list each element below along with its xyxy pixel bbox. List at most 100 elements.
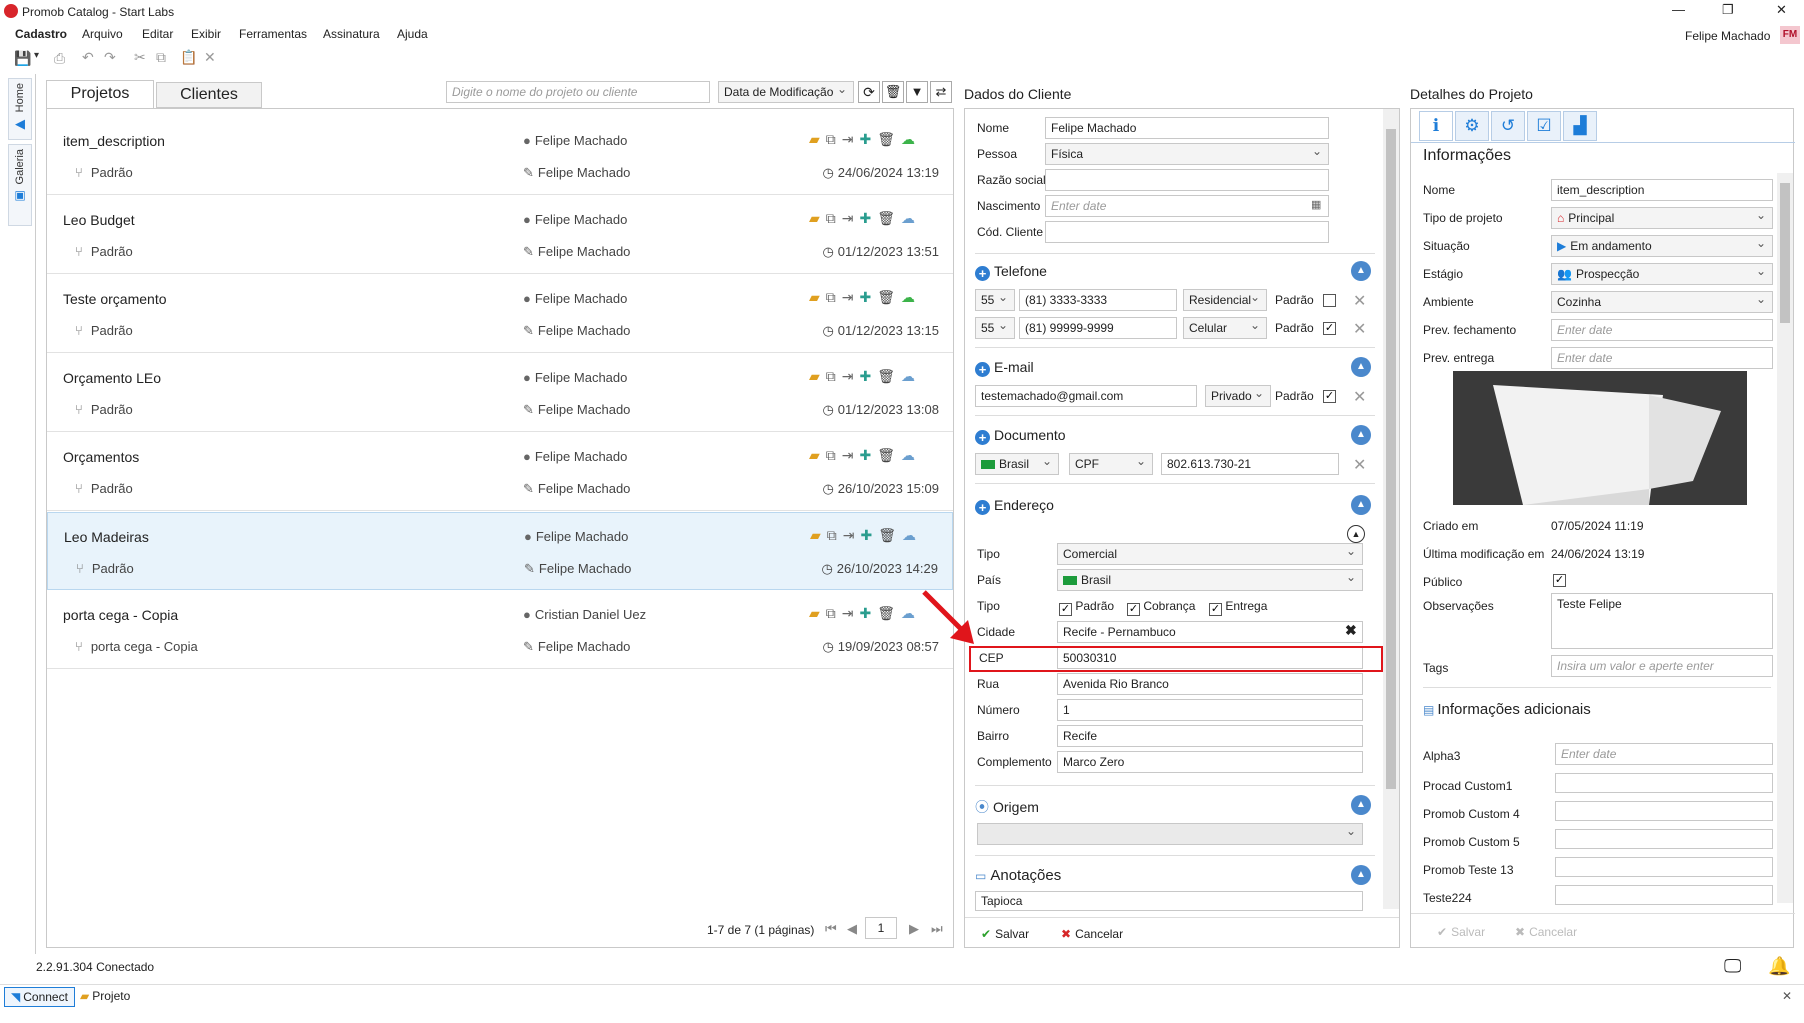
add-telefone-icon[interactable]: + <box>975 266 990 281</box>
phone-type-1[interactable]: Residencial <box>1183 289 1267 311</box>
phone-type-2[interactable]: Celular <box>1183 317 1267 339</box>
bairro-input[interactable]: Recife <box>1057 725 1363 747</box>
delete-icon[interactable]: 🗑 <box>877 210 895 227</box>
export-icon[interactable]: ⇥ <box>842 368 854 385</box>
projeto-tab[interactable]: ▰ Projeto <box>80 989 130 1003</box>
cloud-icon[interactable]: ☁ <box>901 210 915 227</box>
sort-select[interactable]: Data de Modificação <box>718 81 854 103</box>
branch-icon[interactable]: ✚ <box>860 605 872 622</box>
paste-icon[interactable]: 📋 <box>180 49 197 66</box>
calendar-icon[interactable]: ▦ <box>1311 198 1321 211</box>
dropdown-icon[interactable]: ▾ <box>34 50 39 61</box>
salvar-button[interactable]: ✔ Salvar <box>981 927 1029 941</box>
connect-tab[interactable]: ◥ Connect <box>4 987 75 1007</box>
ddi-select-2[interactable]: 55 <box>975 317 1015 339</box>
project-scrollbar[interactable] <box>1777 173 1793 903</box>
complemento-input[interactable]: Marco Zero <box>1057 751 1363 773</box>
origem-select[interactable] <box>977 823 1363 845</box>
proj-estagio-select[interactable]: 👥 Prospecção <box>1551 263 1773 285</box>
promob-teste13-input[interactable] <box>1555 857 1773 877</box>
opt-padrao[interactable]: ✓ Padrão <box>1059 599 1114 616</box>
project-row[interactable]: Orçamento LEo ● Felipe Machado ▰ ⧉ ⇥ ✚ 🗑 ☁ ⑂ Padrã… <box>47 354 953 432</box>
last-page-button[interactable]: ⏭ <box>931 921 943 937</box>
client-scrollbar[interactable] <box>1383 109 1399 909</box>
refresh-icon[interactable]: ⟳ <box>858 81 880 103</box>
branch-icon[interactable]: ✚ <box>860 131 872 148</box>
cloud-icon[interactable]: ☁ <box>901 289 915 306</box>
duplicate-icon[interactable]: ⧉ <box>826 131 836 148</box>
proj-tipo-select[interactable]: ⌂ Principal <box>1551 207 1773 229</box>
phone-input-1[interactable]: (81) 3333-3333 <box>1019 289 1177 311</box>
duplicate-icon[interactable]: ⧉ <box>826 289 836 306</box>
redo-icon[interactable]: ↷ <box>104 49 116 66</box>
project-row[interactable]: porta cega - Copia ● Cristian Daniel Uez ▰ ⧉… <box>47 591 953 669</box>
numero-input[interactable]: 1 <box>1057 699 1363 721</box>
duplicate-icon[interactable]: ⧉ <box>826 368 836 385</box>
cut-icon[interactable]: ✂ <box>134 49 146 66</box>
email-padrao-checkbox[interactable]: ✓ <box>1323 390 1336 403</box>
procad-custom1-input[interactable] <box>1555 773 1773 793</box>
add-email-icon[interactable]: + <box>975 362 990 377</box>
alpha3-input[interactable]: Enter date <box>1555 743 1773 765</box>
folder-open-icon[interactable]: ▰ <box>809 210 820 227</box>
export-icon[interactable]: ⇥ <box>842 131 854 148</box>
bell-icon[interactable]: 🔔 <box>1768 956 1790 977</box>
folder-open-icon[interactable]: ▰ <box>809 131 820 148</box>
cidade-input[interactable]: Recife - Pernambuco <box>1057 621 1363 643</box>
delete-icon[interactable]: 🗑 <box>877 368 895 385</box>
folder-open-icon[interactable]: ▰ <box>809 605 820 622</box>
checklist-tab-icon[interactable]: ☑ <box>1527 111 1561 141</box>
doc-type-select[interactable]: CPF <box>1069 453 1153 475</box>
padrao-checkbox-1[interactable] <box>1323 294 1336 307</box>
email-input[interactable]: testemachado@gmail.com <box>975 385 1197 407</box>
proj-salvar-button[interactable]: ✔ Salvar <box>1437 925 1485 939</box>
trash-icon[interactable]: 🗑 <box>882 81 904 103</box>
export-icon[interactable]: ⇥ <box>842 210 854 227</box>
padrao-checkbox-2[interactable]: ✓ <box>1323 322 1336 335</box>
obs-textarea[interactable]: Teste Felipe <box>1551 593 1773 649</box>
proj-nome-input[interactable]: item_description <box>1551 179 1773 201</box>
cod-input[interactable] <box>1045 221 1329 243</box>
cancelar-button[interactable]: ✖ Cancelar <box>1061 927 1123 941</box>
prev-entrega-input[interactable]: Enter date <box>1551 347 1773 369</box>
branch-icon[interactable]: ✚ <box>860 210 872 227</box>
monitor-icon[interactable]: 🖵 <box>1724 956 1741 977</box>
collapse-email-icon[interactable]: ▲ <box>1351 357 1371 377</box>
collapse-address-icon[interactable]: ▲ <box>1347 525 1365 543</box>
menu-ferramentas[interactable]: Ferramentas <box>239 27 307 41</box>
cloud-icon[interactable]: ☁ <box>901 447 915 464</box>
branch-icon[interactable]: ✚ <box>861 527 873 544</box>
delete-icon[interactable]: 🗑 <box>877 447 895 464</box>
project-row[interactable]: Leo Madeiras ● Felipe Machado ▰ ⧉ ⇥ ✚ 🗑 ☁ ⑂ Padrão… <box>47 512 953 590</box>
duplicate-icon[interactable]: ⧉ <box>826 447 836 464</box>
folder-open-icon[interactable]: ▰ <box>809 368 820 385</box>
print-icon[interactable]: ⎙ <box>54 50 65 67</box>
chart-tab-icon[interactable]: ▟ <box>1563 111 1597 141</box>
tab-projetos[interactable]: Projetos <box>46 80 154 108</box>
rua-input[interactable]: Avenida Rio Branco <box>1057 673 1363 695</box>
cloud-icon[interactable]: ☁ <box>901 131 915 148</box>
prev-page-button[interactable]: ◀ <box>847 921 857 937</box>
branch-icon[interactable]: ✚ <box>860 368 872 385</box>
add-documento-icon[interactable]: + <box>975 430 990 445</box>
ddi-select-1[interactable]: 55 <box>975 289 1015 311</box>
swap-icon[interactable]: ⇄ <box>930 81 952 103</box>
proj-situacao-select[interactable]: ▶ Em andamento <box>1551 235 1773 257</box>
filter-icon[interactable]: ▼ <box>906 81 928 103</box>
folder-open-icon[interactable]: ▰ <box>810 527 821 544</box>
export-icon[interactable]: ⇥ <box>843 527 855 544</box>
doc-country-select[interactable]: Brasil <box>975 453 1059 475</box>
menu-exibir[interactable]: Exibir <box>191 27 221 41</box>
menu-assinatura[interactable]: Assinatura <box>323 27 380 41</box>
proj-ambiente-select[interactable]: Cozinha <box>1551 291 1773 313</box>
page-input[interactable]: 1 <box>865 917 897 939</box>
opt-cobranca[interactable]: ✓ Cobrança <box>1127 599 1195 616</box>
promob-custom4-input[interactable] <box>1555 801 1773 821</box>
project-row[interactable]: Leo Budget ● Felipe Machado ▰ ⧉ ⇥ ✚ 🗑 ☁ ⑂ Padrão ✎ F… <box>47 196 953 274</box>
search-input[interactable]: Digite o nome do projeto ou cliente <box>446 81 710 103</box>
project-row[interactable]: Teste orçamento ● Felipe Machado ▰ ⧉ ⇥ ✚ 🗑 ☁ ⑂ Pad… <box>47 275 953 353</box>
tab-clientes[interactable]: Clientes <box>156 82 262 108</box>
collapse-anotacoes-icon[interactable]: ▲ <box>1351 865 1371 885</box>
collapse-endereco-icon[interactable]: ▲ <box>1351 495 1371 515</box>
email-type[interactable]: Privado <box>1205 385 1271 407</box>
